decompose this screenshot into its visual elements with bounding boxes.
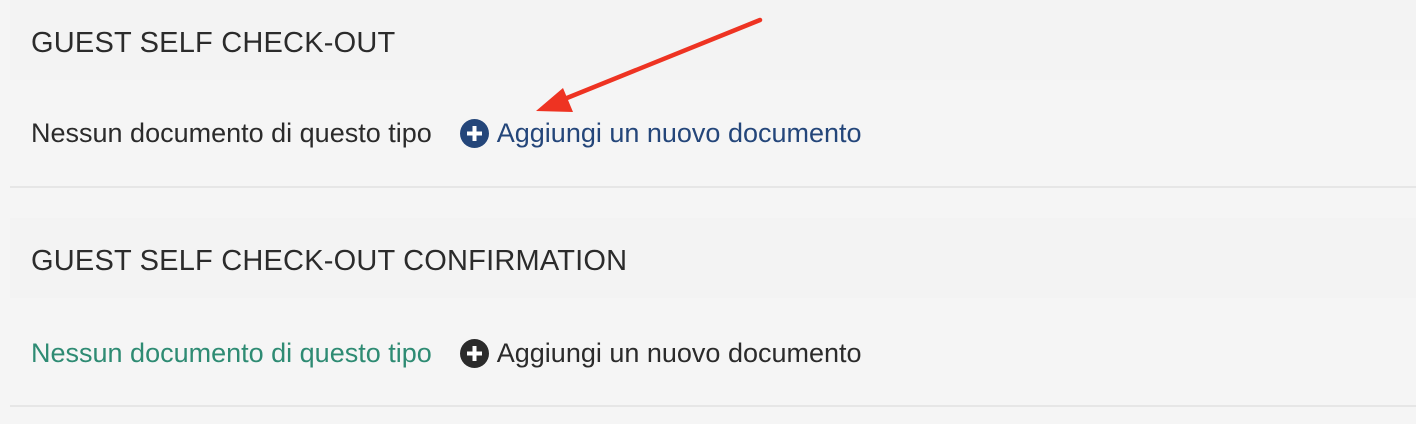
page: GUEST SELF CHECK-OUT Nessun documento di… xyxy=(0,0,1416,424)
add-new-document-link[interactable]: Aggiungi un nuovo documento xyxy=(459,337,862,369)
section-title: GUEST SELF CHECK-OUT xyxy=(31,27,396,59)
plus-circle-icon xyxy=(459,118,489,148)
document-section-guest-self-check-out-confirmation: GUEST SELF CHECK-OUT CONFIRMATION Nessun… xyxy=(10,188,1416,407)
plus-circle-icon xyxy=(459,338,489,368)
add-new-document-label: Aggiungi un nuovo documento xyxy=(496,117,862,148)
add-new-document-link[interactable]: Aggiungi un nuovo documento xyxy=(459,117,862,149)
document-section-guest-self-check-out: GUEST SELF CHECK-OUT Nessun documento di… xyxy=(10,0,1416,188)
empty-documents-text: Nessun documento di questo tipo xyxy=(31,117,432,148)
add-new-document-label: Aggiungi un nuovo documento xyxy=(496,337,862,368)
document-row: Nessun documento di questo tipo Aggiungi… xyxy=(31,333,862,373)
section-title: GUEST SELF CHECK-OUT CONFIRMATION xyxy=(31,245,628,277)
document-row: Nessun documento di questo tipo Aggiungi… xyxy=(31,113,862,153)
empty-documents-text: Nessun documento di questo tipo xyxy=(31,337,432,368)
